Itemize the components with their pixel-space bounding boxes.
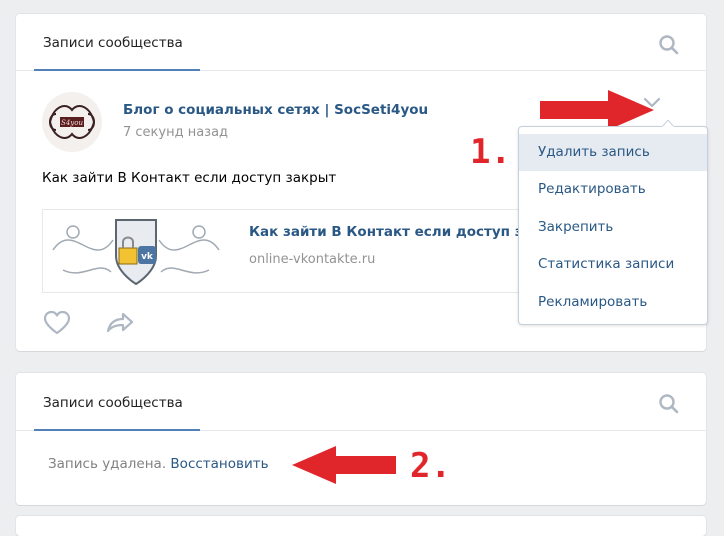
active-tab-indicator [34,69,200,71]
community-avatar[interactable]: S4you [42,92,102,152]
next-card-edge [16,516,706,536]
svg-text:vk: vk [141,252,154,262]
community-logo-icon: S4you [42,92,102,152]
annotation-step-1: 1. [470,132,511,172]
menu-item-pin[interactable]: Закрепить [519,209,707,246]
annotation-arrow-left [292,446,396,484]
restore-link[interactable]: Восстановить [170,456,268,472]
attachment-domain: online-vkontakte.ru [249,252,376,267]
post-author-link[interactable]: Блог о социальных сетях | SocSeti4you [123,102,428,118]
tab-bar: Записи сообщества [16,14,706,71]
share-icon[interactable] [105,310,135,336]
search-icon[interactable] [658,34,680,56]
menu-item-edit[interactable]: Редактировать [519,171,707,208]
tab-bar: Записи сообщества [16,373,706,431]
annotation-step-2: 2. [410,446,451,486]
community-posts-card-deleted: Записи сообщества [16,373,706,505]
like-icon[interactable] [42,310,72,336]
svg-text:S4you: S4you [61,119,83,127]
post-text: Как зайти В Контакт если доступ закрыт [42,170,337,186]
menu-caret [662,120,674,127]
attachment-title[interactable]: Как зайти В Контакт если доступ закрыт [249,224,533,240]
menu-item-statistics[interactable]: Статистика записи [519,246,707,283]
active-tab-indicator [34,429,200,431]
search-icon[interactable] [658,393,680,415]
link-attachment[interactable]: vk Как зайти В Контакт если доступ закры… [42,209,533,293]
post-timestamp[interactable]: 7 секунд назад [123,125,228,140]
attachment-thumbnail: vk [43,210,229,292]
tab-community-posts[interactable]: Записи сообщества [35,373,191,429]
deleted-notice: Запись удалена. Восстановить [48,456,269,472]
post-actions-menu: Удалить запись Редактировать Закрепить С… [518,126,708,325]
tab-community-posts[interactable]: Записи сообщества [35,14,191,70]
menu-item-delete-post[interactable]: Удалить запись [519,134,707,171]
deleted-text: Запись удалена. [48,456,167,472]
menu-item-advertise[interactable]: Рекламировать [519,284,707,321]
